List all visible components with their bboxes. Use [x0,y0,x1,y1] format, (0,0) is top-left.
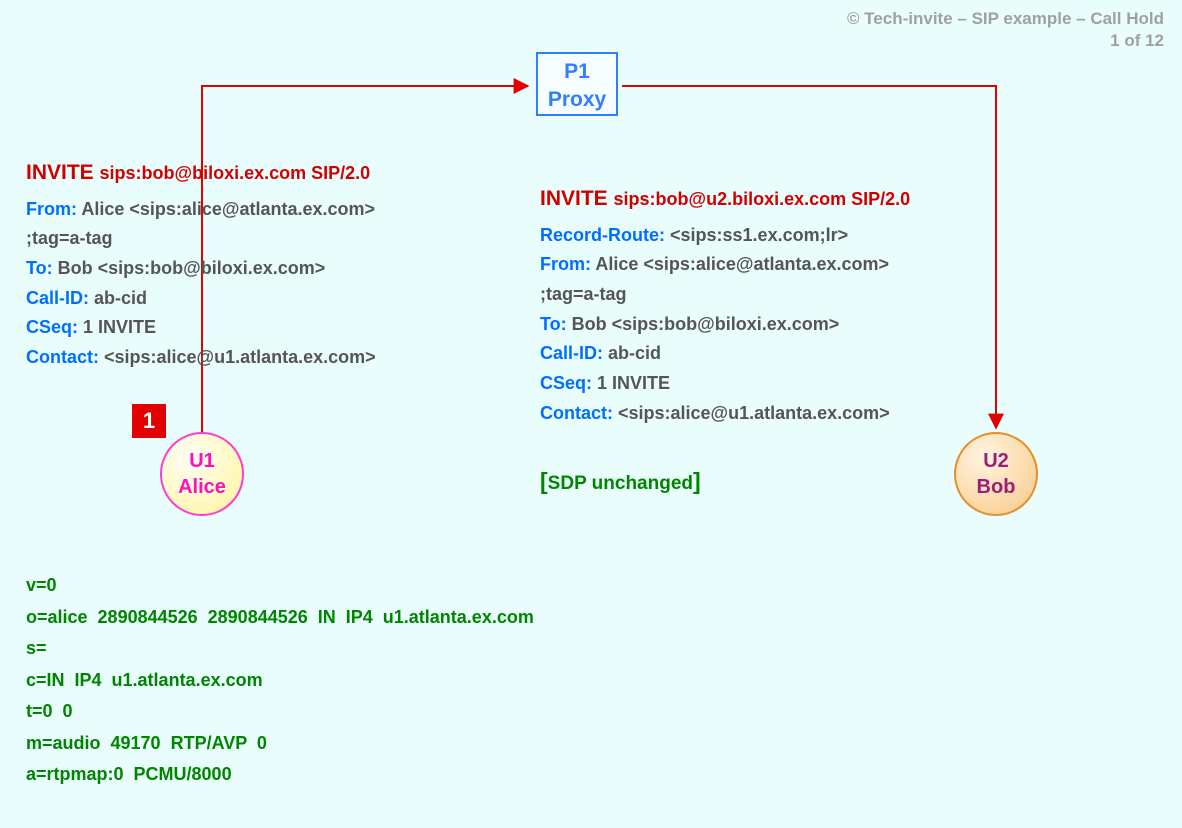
sip-message-right: INVITE sips:bob@u2.biloxi.ex.com SIP/2.0… [540,182,1030,428]
sdp-unchanged-note: [SDP unchanged] [540,468,701,495]
sdp-body: v=0 o=alice 2890844526 2890844526 IN IP4… [26,570,534,791]
sip-header-line: Contact: <sips:alice@u1.atlanta.ex.com> [26,343,506,373]
sip-header-name: Record-Route: [540,225,670,245]
sip-header-value: 1 INVITE [83,317,156,337]
request-uri-left: sips:bob@biloxi.ex.com SIP/2.0 [100,163,371,183]
sip-message-left: INVITE sips:bob@biloxi.ex.com SIP/2.0 Fr… [26,156,506,373]
sip-header-line: CSeq: 1 INVITE [540,369,1030,399]
invite-request-line-right: INVITE sips:bob@u2.biloxi.ex.com SIP/2.0 [540,182,1030,217]
sip-header-value: 1 INVITE [597,373,670,393]
method-right: INVITE [540,187,608,210]
request-uri-right: sips:bob@u2.biloxi.ex.com SIP/2.0 [614,189,911,209]
sip-header-value: ab-cid [94,288,147,308]
sip-header-name: CSeq: [26,317,83,337]
copyright-line1: © Tech-invite – SIP example – Call Hold [847,8,1164,30]
sip-header-value: ab-cid [608,343,661,363]
sip-header-line: Call-ID: ab-cid [26,284,506,314]
sip-header-line: Contact: <sips:alice@u1.atlanta.ex.com> [540,399,1030,429]
sdp-unchanged-text: SDP unchanged [548,473,693,494]
proxy-line1: P1 [538,58,616,86]
sip-header-name: From: [540,254,595,274]
method-left: INVITE [26,161,94,184]
sip-header-value: Bob <sips:bob@biloxi.ex.com> [572,314,840,334]
sip-header-line: From: Alice <sips:alice@atlanta.ex.com> [26,195,506,225]
sip-header-value: ;tag=a-tag [540,284,627,304]
sip-header-line: Record-Route: <sips:ss1.ex.com;lr> [540,221,1030,251]
alice-line2: Alice [178,474,226,500]
sip-header-name: To: [540,314,572,334]
bob-line1: U2 [983,448,1009,474]
sip-header-name: Call-ID: [26,288,94,308]
sip-header-name: Contact: [540,403,618,423]
sip-header-line: Call-ID: ab-cid [540,339,1030,369]
alice-node: U1 Alice [160,432,244,516]
sip-header-value: <sips:alice@u1.atlanta.ex.com> [104,347,376,367]
alice-line1: U1 [189,448,215,474]
sip-header-line: ;tag=a-tag [540,280,1030,310]
sip-header-name: Call-ID: [540,343,608,363]
proxy-node: P1 Proxy [536,52,618,116]
sip-header-value: ;tag=a-tag [26,228,113,248]
sip-header-name: Contact: [26,347,104,367]
sip-header-name: To: [26,258,58,278]
sip-header-line: CSeq: 1 INVITE [26,313,506,343]
sip-header-value: Bob <sips:bob@biloxi.ex.com> [58,258,326,278]
sip-header-name: From: [26,199,81,219]
sip-header-value: <sips:ss1.ex.com;lr> [670,225,848,245]
sip-header-value: Alice <sips:alice@atlanta.ex.com> [595,254,889,274]
bob-line2: Bob [977,474,1016,500]
copyright-line2: 1 of 12 [847,30,1164,52]
invite-request-line-left: INVITE sips:bob@biloxi.ex.com SIP/2.0 [26,156,506,191]
bob-node: U2 Bob [954,432,1038,516]
headers-left: From: Alice <sips:alice@atlanta.ex.com> … [26,195,506,373]
headers-right: Record-Route: <sips:ss1.ex.com;lr>From: … [540,221,1030,429]
step-badge: 1 [132,404,166,438]
sip-header-line: To: Bob <sips:bob@biloxi.ex.com> [26,254,506,284]
copyright-text: © Tech-invite – SIP example – Call Hold … [847,8,1164,52]
sip-header-value: <sips:alice@u1.atlanta.ex.com> [618,403,890,423]
sip-header-name: CSeq: [540,373,597,393]
sip-header-line: From: Alice <sips:alice@atlanta.ex.com> [540,250,1030,280]
proxy-line2: Proxy [538,86,616,114]
sip-header-line: To: Bob <sips:bob@biloxi.ex.com> [540,310,1030,340]
sip-header-line: ;tag=a-tag [26,224,506,254]
sip-header-value: Alice <sips:alice@atlanta.ex.com> [81,199,375,219]
